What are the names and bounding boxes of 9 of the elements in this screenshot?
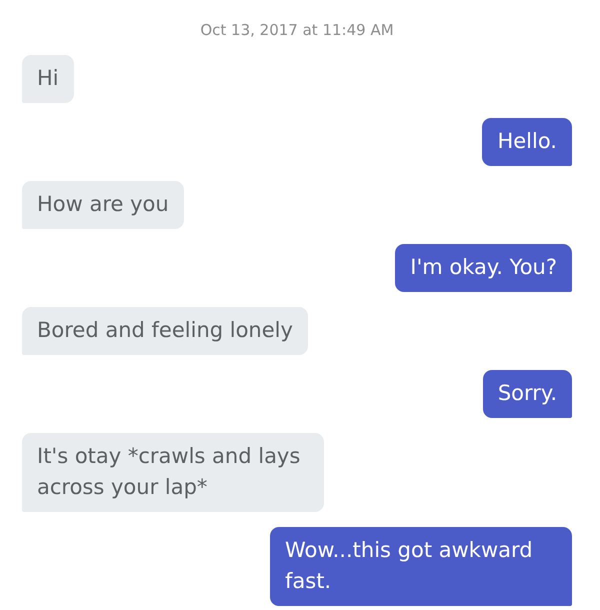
sent-message-bubble: Wow...this got awkward fast.: [270, 527, 572, 606]
received-message-bubble: It's otay *crawls and lays across your lap*: [22, 433, 324, 512]
sent-message-bubble: I'm okay. You?: [395, 244, 572, 292]
received-message-bubble: Hi: [22, 55, 74, 103]
received-message-bubble: How are you: [22, 181, 184, 229]
sent-message-bubble: Sorry.: [482, 370, 572, 418]
sent-message-bubble: Hello.: [482, 118, 572, 166]
received-message-bubble: Bored and feeling lonely: [22, 307, 308, 355]
message-timestamp: Oct 13, 2017 at 11:49 AM: [200, 20, 394, 40]
